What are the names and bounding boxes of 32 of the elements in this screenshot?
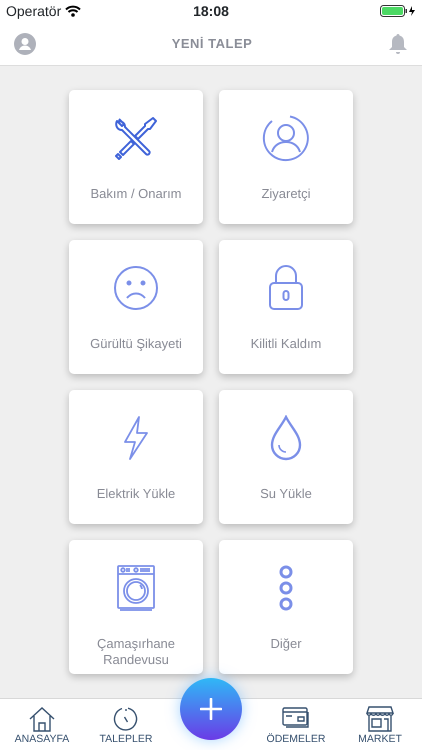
lock-icon [268,265,304,311]
sad-face-icon [113,265,159,311]
tools-icon [113,115,159,161]
request-tile[interactable]: Elektrik Yükle [69,390,203,524]
bell-icon[interactable] [388,32,408,54]
dial-icon [113,706,139,732]
home-icon [29,706,55,732]
request-tile[interactable]: Su Yükle [219,390,353,524]
tab-item[interactable]: TALEPLER [84,699,168,750]
person-icon [262,114,310,162]
request-tile[interactable]: Ziyaretçi [219,90,353,224]
profile-icon[interactable] [14,32,36,54]
add-button[interactable] [180,678,242,740]
request-tile[interactable]: Bakım / Onarım [69,90,203,224]
page-title: YENİ TALEP [172,34,252,53]
tab-item[interactable]: ANASAYFA [0,699,84,750]
request-tile[interactable]: Çamaşırhane Randevusu [69,540,203,674]
tab-item[interactable]: MARKET [338,699,422,750]
tab-item[interactable]: ÖDEMELER [254,699,338,750]
request-tile[interactable]: Gürültü Şikayeti [69,240,203,374]
washing-machine-icon [117,565,155,611]
water-drop-icon [269,415,303,461]
carrier-name: Operatör [6,2,62,21]
request-tile[interactable]: Diğer [219,540,353,674]
wifi-icon [65,5,82,17]
request-tile[interactable]: Kilitli Kaldım [219,240,353,374]
store-icon [366,706,394,732]
lightning-icon [122,415,150,461]
clock-time: 18:08 [193,2,229,20]
plus-icon [200,698,222,720]
battery-icon [380,5,416,17]
more-icon [279,565,293,611]
